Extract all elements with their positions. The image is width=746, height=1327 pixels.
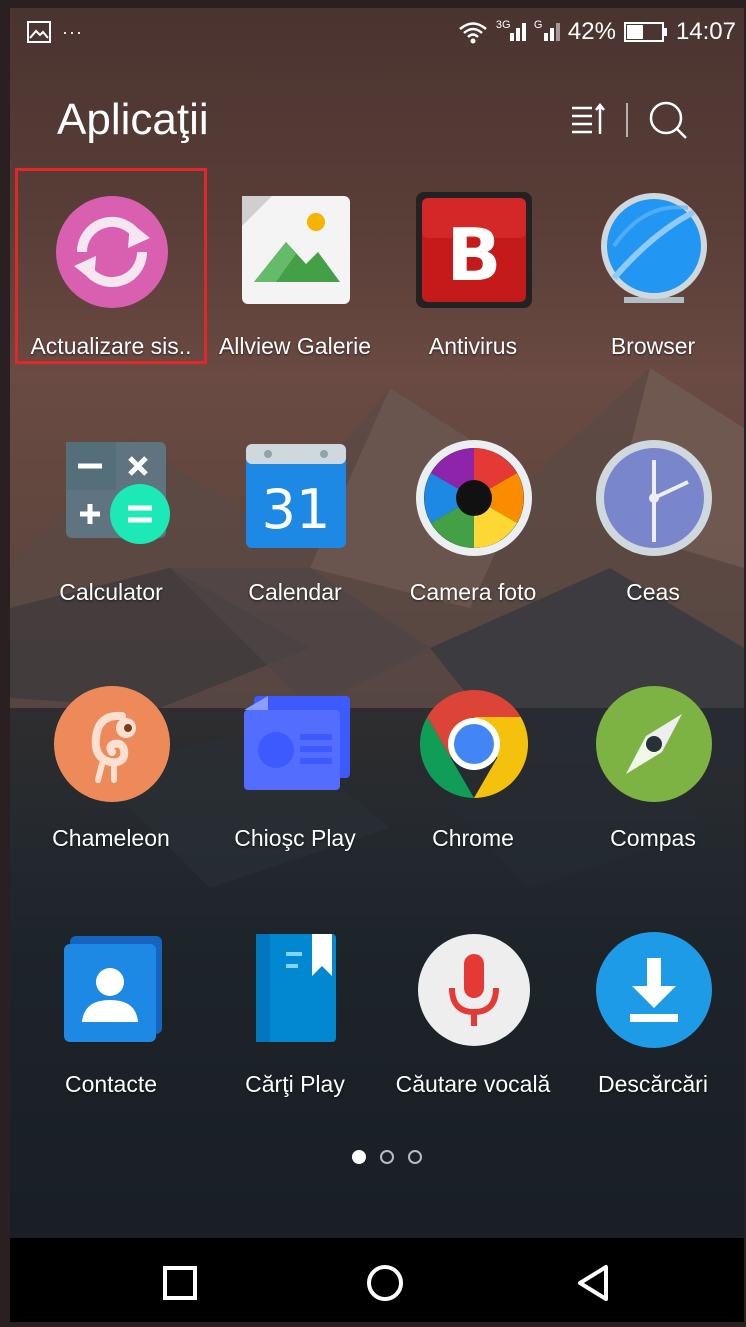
app-system-update[interactable]: Actualizare sis.. <box>22 176 200 376</box>
play-kiosk-icon <box>236 684 356 804</box>
app-label: Ceas <box>626 579 680 605</box>
calculator-icon <box>52 438 172 558</box>
calendar-icon: 31 <box>236 438 356 558</box>
wifi-icon <box>459 22 487 44</box>
more-icon: ··· <box>62 21 83 42</box>
app-label: Calculator <box>59 579 163 605</box>
status-bar: ··· 3G G 42% 14:07 <box>10 8 744 60</box>
header-divider <box>626 103 628 137</box>
system-update-icon <box>52 192 172 312</box>
app-label: Camera foto <box>409 579 537 605</box>
app-label: Cărţi Play <box>245 1071 345 1097</box>
app-compass[interactable]: Compas <box>564 668 742 868</box>
back-icon[interactable] <box>570 1258 620 1308</box>
app-label: Actualizare sis.. <box>30 333 192 359</box>
app-label: Browser <box>610 333 696 359</box>
app-label: Contacte <box>64 1071 158 1097</box>
app-label: Căutare vocală <box>395 1071 551 1097</box>
play-books-icon <box>236 930 356 1050</box>
header-actions <box>570 100 688 140</box>
page-indicator <box>352 1150 422 1164</box>
antivirus-letter: B <box>447 213 502 297</box>
app-label: Allview Galerie <box>218 333 372 359</box>
compass-icon <box>594 684 714 804</box>
battery-percent: 42% <box>567 18 616 45</box>
contacts-icon <box>52 930 172 1050</box>
voice-search-icon <box>414 930 534 1050</box>
chameleon-icon <box>52 684 172 804</box>
search-icon[interactable] <box>648 100 688 140</box>
sort-icon[interactable] <box>570 102 606 138</box>
app-chrome[interactable]: Chrome <box>384 668 562 868</box>
app-chameleon[interactable]: Chameleon <box>22 668 200 868</box>
app-play-books[interactable]: Cărţi Play <box>206 914 384 1114</box>
page-title: Aplicaţii <box>57 95 209 144</box>
app-downloads[interactable]: Descărcări <box>564 914 742 1114</box>
app-browser[interactable]: Browser <box>564 176 742 376</box>
home-icon[interactable] <box>360 1258 410 1308</box>
app-camera[interactable]: Camera foto <box>384 422 562 622</box>
battery-icon <box>623 22 667 42</box>
recents-icon[interactable] <box>155 1258 205 1308</box>
app-calendar[interactable]: 31 Calendar <box>206 422 384 622</box>
page-dot-2[interactable] <box>380 1150 394 1164</box>
browser-icon <box>594 192 714 312</box>
app-clock[interactable]: Ceas <box>564 422 742 622</box>
app-label: Chameleon <box>52 825 170 851</box>
signal-1-icon: 3G <box>496 19 526 41</box>
app-contacts[interactable]: Contacte <box>22 914 200 1114</box>
clock-icon <box>594 438 714 558</box>
antivirus-icon: B <box>414 192 534 312</box>
gallery-icon <box>236 192 356 312</box>
navigation-bar <box>10 1238 744 1322</box>
signal-2-icon: G <box>534 19 560 41</box>
app-label: Calendar <box>248 579 342 605</box>
page-dot-1[interactable] <box>352 1150 366 1164</box>
app-gallery[interactable]: Allview Galerie <box>206 176 384 376</box>
app-label: Descărcări <box>598 1071 708 1097</box>
app-label: Chrome <box>432 825 514 851</box>
app-play-kiosk[interactable]: Chioşc Play <box>206 668 384 868</box>
downloads-icon <box>594 930 714 1050</box>
app-label: Compas <box>610 825 696 851</box>
camera-icon <box>414 438 534 558</box>
app-voice-search[interactable]: Căutare vocală <box>384 914 562 1114</box>
page-dot-3[interactable] <box>408 1150 422 1164</box>
chrome-icon <box>414 684 534 804</box>
app-label: Antivirus <box>428 333 518 359</box>
app-calculator[interactable]: Calculator <box>22 422 200 622</box>
clock-time: 14:07 <box>675 18 736 45</box>
calendar-day: 31 <box>262 478 331 541</box>
image-notification-icon <box>27 21 51 43</box>
app-label: Chioşc Play <box>234 825 356 851</box>
app-antivirus[interactable]: B Antivirus <box>384 176 562 376</box>
